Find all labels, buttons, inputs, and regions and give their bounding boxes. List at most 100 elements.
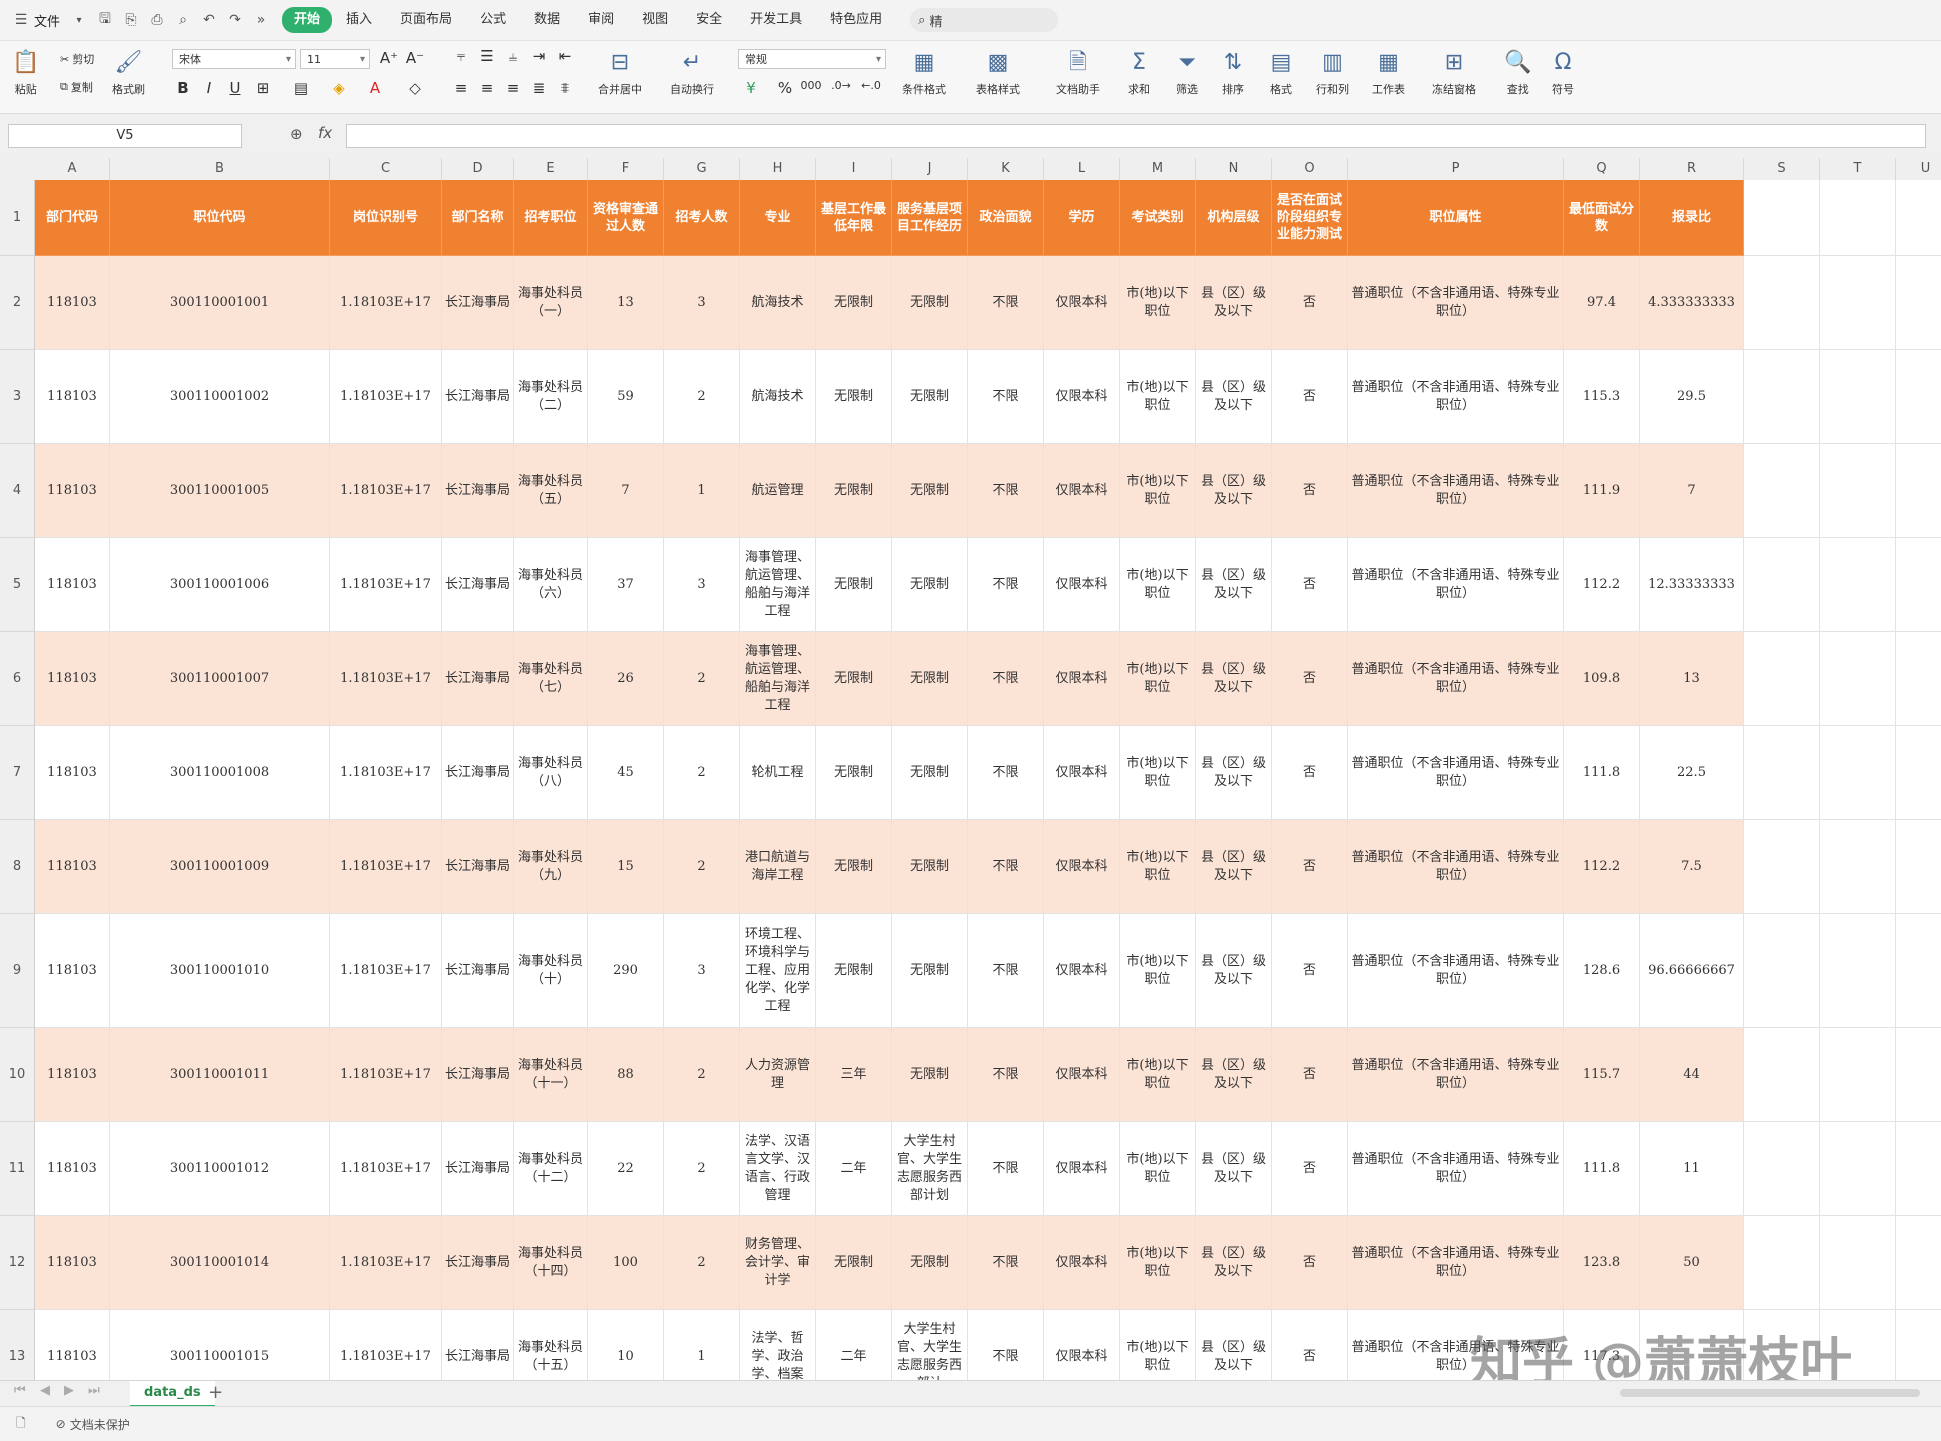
font-color-icon[interactable]: A (364, 79, 386, 97)
empty-cell[interactable] (1744, 350, 1820, 444)
data-cell[interactable]: 否 (1272, 1028, 1348, 1122)
data-cell[interactable]: 市(地)以下职位 (1120, 632, 1196, 726)
data-cell[interactable]: 长江海事局 (442, 256, 514, 350)
data-cell[interactable]: 1.18103E+17 (330, 444, 442, 538)
data-cell[interactable]: 300110001006 (110, 538, 330, 632)
data-cell[interactable]: 海事处科员（十一） (514, 1028, 588, 1122)
name-box[interactable]: V5 (8, 124, 242, 148)
data-cell[interactable]: 118103 (35, 820, 110, 914)
data-cell[interactable]: 1.18103E+17 (330, 350, 442, 444)
column-header[interactable]: Q (1564, 158, 1640, 180)
menu-tab[interactable]: 特色应用 (816, 7, 896, 33)
protection-status[interactable]: 文档未保护 (70, 1416, 130, 1433)
align-bottom-icon[interactable]: ⫨ (502, 47, 524, 65)
horizontal-scrollbar[interactable] (1620, 1389, 1920, 1397)
data-cell[interactable]: 长江海事局 (442, 914, 514, 1028)
data-cell[interactable]: 1.18103E+17 (330, 1028, 442, 1122)
data-cell[interactable]: 11 (1640, 1122, 1744, 1216)
paste-button[interactable]: 📋 粘贴 (12, 49, 39, 97)
print-preview-icon[interactable]: ⌕ (172, 9, 194, 31)
empty-cell[interactable] (1744, 1028, 1820, 1122)
data-cell[interactable]: 2 (664, 1216, 740, 1310)
data-cell[interactable]: 否 (1272, 350, 1348, 444)
data-cell[interactable]: 长江海事局 (442, 1216, 514, 1310)
data-cell[interactable]: 59 (588, 350, 664, 444)
data-cell[interactable]: 海事处科员（十五） (514, 1310, 588, 1380)
data-cell[interactable]: 长江海事局 (442, 350, 514, 444)
data-cell[interactable]: 航海技术 (740, 256, 816, 350)
row-col-button[interactable]: ▥ 行和列 (1316, 49, 1349, 97)
data-cell[interactable]: 否 (1272, 1310, 1348, 1380)
output-icon[interactable]: ⎘ (120, 9, 142, 31)
data-cell[interactable]: 不限 (968, 350, 1044, 444)
freeze-panes-button[interactable]: ⊞ 冻结窗格 (1432, 49, 1476, 97)
fill-color-icon[interactable]: ◈ (328, 79, 350, 97)
row-header[interactable]: 11 (0, 1122, 34, 1216)
data-cell[interactable]: 否 (1272, 820, 1348, 914)
data-cell[interactable]: 112.2 (1564, 538, 1640, 632)
data-cell[interactable]: 无限制 (892, 914, 968, 1028)
data-cell[interactable]: 1 (664, 444, 740, 538)
data-cell[interactable]: 2 (664, 632, 740, 726)
copy-button[interactable]: ⧉ 复制 (60, 79, 93, 95)
header-cell[interactable]: 岗位识别号 (330, 180, 442, 256)
justify-icon[interactable]: ≣ (528, 79, 550, 97)
data-cell[interactable]: 港口航道与海岸工程 (740, 820, 816, 914)
data-cell[interactable]: 3 (664, 914, 740, 1028)
empty-cell[interactable] (1896, 820, 1941, 914)
data-cell[interactable]: 123.8 (1564, 1216, 1640, 1310)
data-cell[interactable]: 海事处科员（一） (514, 256, 588, 350)
row-header[interactable]: 9 (0, 914, 34, 1028)
data-cell[interactable]: 市(地)以下职位 (1120, 538, 1196, 632)
data-cell[interactable]: 不限 (968, 1122, 1044, 1216)
format-painter-button[interactable]: 🖌 格式刷 (112, 49, 145, 97)
data-cell[interactable]: 否 (1272, 1216, 1348, 1310)
menu-tab[interactable]: 公式 (466, 7, 520, 33)
data-cell[interactable]: 县（区）级及以下 (1196, 1122, 1272, 1216)
data-cell[interactable]: 300110001011 (110, 1028, 330, 1122)
data-cell[interactable]: 不限 (968, 444, 1044, 538)
more-icon[interactable]: » (250, 9, 272, 31)
data-cell[interactable]: 1.18103E+17 (330, 1122, 442, 1216)
empty-cell[interactable] (1820, 1216, 1896, 1310)
save-icon[interactable]: 🖫 (94, 9, 116, 31)
data-cell[interactable]: 2 (664, 1028, 740, 1122)
data-cell[interactable]: 否 (1272, 632, 1348, 726)
menu-tab[interactable]: 视图 (628, 7, 682, 33)
data-cell[interactable]: 航运管理 (740, 444, 816, 538)
empty-cell[interactable] (1896, 444, 1941, 538)
data-cell[interactable]: 115.7 (1564, 1028, 1640, 1122)
header-cell[interactable]: 职位属性 (1348, 180, 1564, 256)
data-cell[interactable]: 仅限本科 (1044, 1310, 1120, 1380)
data-cell[interactable]: 111.8 (1564, 726, 1640, 820)
data-cell[interactable]: 118103 (35, 914, 110, 1028)
row-header[interactable]: 3 (0, 350, 34, 444)
data-cell[interactable]: 无限制 (816, 538, 892, 632)
data-cell[interactable]: 县（区）级及以下 (1196, 914, 1272, 1028)
data-cell[interactable]: 无限制 (892, 256, 968, 350)
data-cell[interactable]: 海事处科员（十四） (514, 1216, 588, 1310)
data-cell[interactable]: 人力资源管理 (740, 1028, 816, 1122)
data-cell[interactable]: 118103 (35, 726, 110, 820)
data-cell[interactable]: 118103 (35, 1310, 110, 1380)
data-cell[interactable]: 1.18103E+17 (330, 256, 442, 350)
data-cell[interactable]: 290 (588, 914, 664, 1028)
column-header[interactable]: T (1820, 158, 1896, 180)
data-cell[interactable]: 无限制 (816, 256, 892, 350)
empty-cell[interactable] (1744, 1216, 1820, 1310)
data-cell[interactable]: 法学、汉语言文学、汉语言、行政管理 (740, 1122, 816, 1216)
data-cell[interactable]: 大学生村官、大学生志愿服务西部计 (892, 1310, 968, 1380)
data-cell[interactable]: 88 (588, 1028, 664, 1122)
data-cell[interactable]: 1 (664, 1310, 740, 1380)
column-header[interactable]: A (35, 158, 110, 180)
empty-cell[interactable] (1896, 538, 1941, 632)
data-cell[interactable]: 仅限本科 (1044, 820, 1120, 914)
column-header[interactable]: D (442, 158, 514, 180)
data-cell[interactable]: 无限制 (892, 444, 968, 538)
first-sheet-icon[interactable]: ⏮ (14, 1383, 26, 1398)
empty-cell[interactable] (1896, 256, 1941, 350)
empty-cell[interactable] (1896, 726, 1941, 820)
data-cell[interactable]: 不限 (968, 726, 1044, 820)
header-cell[interactable]: 部门名称 (442, 180, 514, 256)
data-cell[interactable]: 45 (588, 726, 664, 820)
